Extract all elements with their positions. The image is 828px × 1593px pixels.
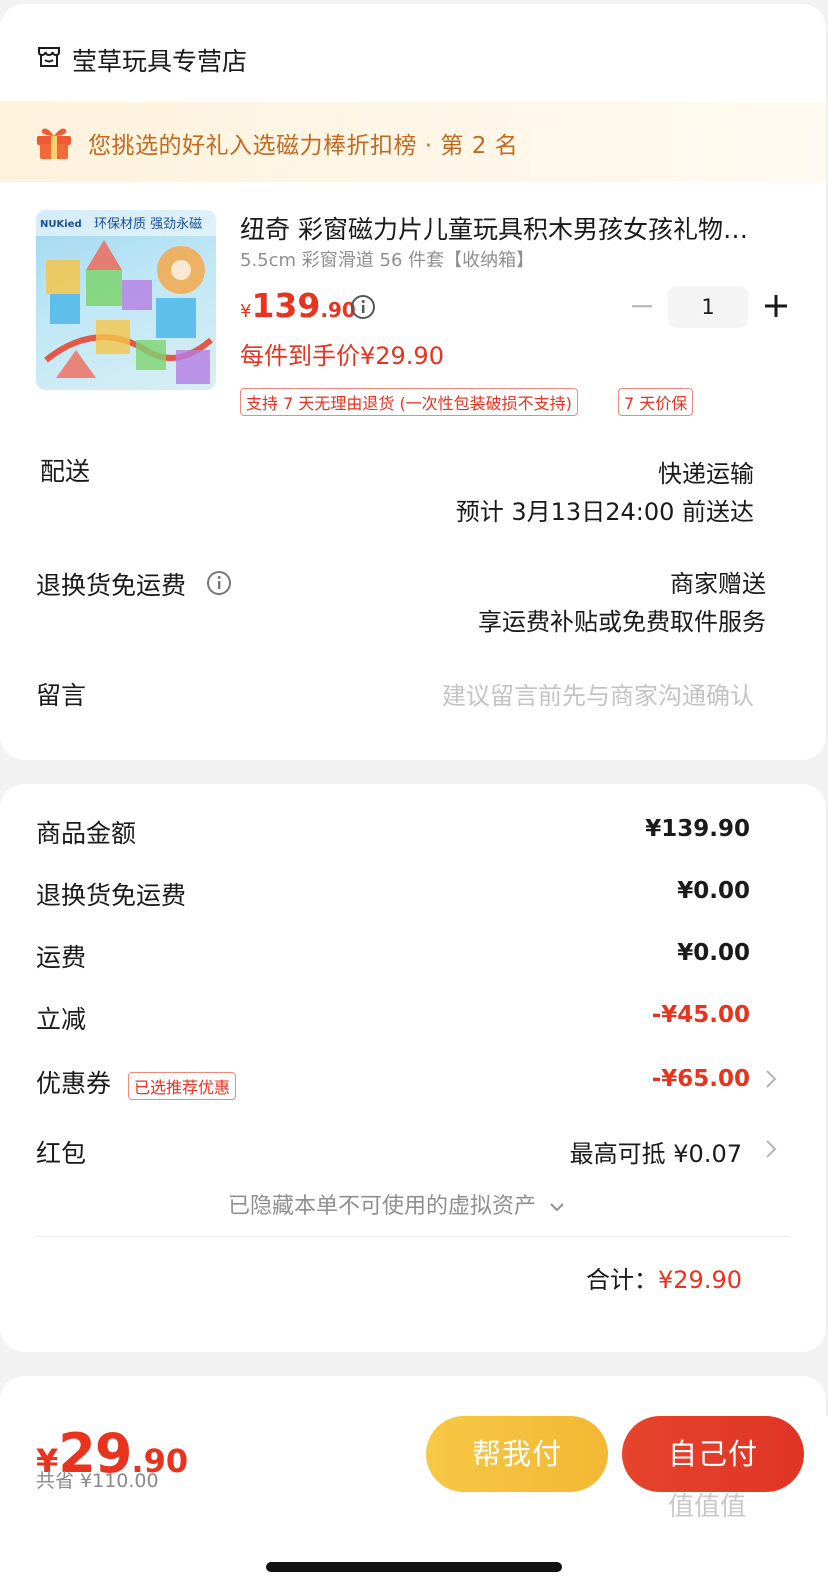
plus-icon[interactable] [760, 290, 792, 322]
return-policy-tag: 支持 7 天无理由退货 (一次性包装破损不支持) [240, 388, 578, 416]
self-pay-button[interactable]: 自己付 [622, 1416, 804, 1492]
total-row: 合计：¥29.90 [586, 1260, 742, 1295]
help-pay-button[interactable]: 帮我付 [426, 1416, 608, 1492]
checkout-bar: ¥29.90 共省 ¥110.00 帮我付 自己付 值值值 [0, 1416, 828, 1593]
chevron-right-icon[interactable] [764, 1138, 778, 1160]
redpacket-value[interactable]: 最高可抵 ¥0.07 [570, 1134, 742, 1169]
gift-icon [37, 128, 71, 159]
total-label: 合计： [586, 1266, 659, 1294]
shipping-label: 运费 [36, 943, 87, 972]
message-input[interactable]: 建议留言前先与商家沟通确认 [442, 676, 754, 711]
product-spec[interactable]: 5.5cm 彩窗滑道 56 件套【收纳箱】 [240, 246, 534, 272]
product-illustration: NUKied 环保材质 强劲永磁 [36, 210, 216, 384]
goods-amount-label: 商品金额 [36, 819, 137, 848]
deal-price: 每件到手价¥29.90 [240, 342, 444, 370]
coupon-value[interactable]: -¥65.00 [652, 1066, 750, 1092]
discount-label: 立减 [36, 1005, 87, 1034]
return-fee-label: 退换货免运费 [36, 881, 187, 910]
hidden-assets-toggle[interactable]: 已隐藏本单不可使用的虚拟资产 [228, 1188, 565, 1220]
rank-text: 您挑选的好礼入选磁力棒折扣榜 · 第 2 名 [88, 133, 519, 159]
minus-icon[interactable] [626, 290, 658, 322]
home-indicator[interactable] [266, 1562, 562, 1572]
product-price: ¥139.90 [240, 286, 356, 325]
coupon-tag: 已选推荐优惠 [128, 1072, 237, 1100]
product-image[interactable]: NUKied 环保材质 强劲永磁 [36, 210, 216, 390]
store-icon [38, 47, 60, 67]
price-integer: 139 [251, 286, 321, 325]
goods-amount-value: ¥139.90 [645, 816, 750, 842]
info-icon[interactable] [350, 294, 376, 320]
saved-amount: 共省 ¥110.00 [36, 1470, 159, 1492]
product-title[interactable]: 纽奇 彩窗磁力片儿童玩具积木男孩女孩礼物… [240, 210, 780, 246]
message-label: 留言 [36, 681, 87, 710]
chevron-right-icon[interactable] [764, 1068, 778, 1090]
delivery-eta: 预计 3月13日24:00 前送达 [455, 498, 754, 526]
total-value: ¥29.90 [658, 1266, 742, 1294]
order-item-card: 莹草玩具专营店 您挑选的好礼入选磁力棒折扣榜 · 第 2 名 NUKied 环保… [0, 4, 826, 760]
price-protect-tag: 7 天价保 [618, 388, 694, 416]
rank-banner[interactable]: 您挑选的好礼入选磁力棒折扣榜 · 第 2 名 [0, 102, 826, 182]
redpacket-label[interactable]: 红包 [36, 1134, 86, 1170]
divider [36, 1236, 790, 1237]
return-shipping-sub: 享运费补贴或免费取件服务 [478, 608, 766, 636]
hidden-assets-text: 已隐藏本单不可使用的虚拟资产 [228, 1194, 537, 1219]
watermark: 值值值 [668, 1492, 747, 1522]
return-shipping-value: 商家赠送 [670, 570, 766, 598]
info-icon[interactable] [206, 570, 232, 596]
delivery-label: 配送 [40, 457, 91, 486]
product-logo: NUKied [40, 219, 82, 230]
discount-value: -¥45.00 [651, 1002, 750, 1028]
price-summary-card: 商品金额 ¥139.90 退换货免运费 ¥0.00 运费 ¥0.00 立减 -¥… [0, 784, 826, 1352]
coupon-label[interactable]: 优惠券 [36, 1064, 111, 1100]
delivery-method[interactable]: 快递运输 [658, 454, 754, 489]
product-badge: 环保材质 强劲永磁 [94, 217, 202, 232]
shipping-value: ¥0.00 [677, 940, 750, 966]
price-symbol: ¥ [240, 301, 252, 322]
return-fee-value: ¥0.00 [677, 878, 750, 904]
chevron-down-icon [550, 1203, 564, 1212]
store-name[interactable]: 莹草玩具专营店 [72, 42, 247, 78]
next-card [0, 1376, 826, 1416]
quantity-field[interactable]: 1 [668, 286, 748, 328]
return-shipping-label: 退换货免运费 [36, 571, 187, 600]
